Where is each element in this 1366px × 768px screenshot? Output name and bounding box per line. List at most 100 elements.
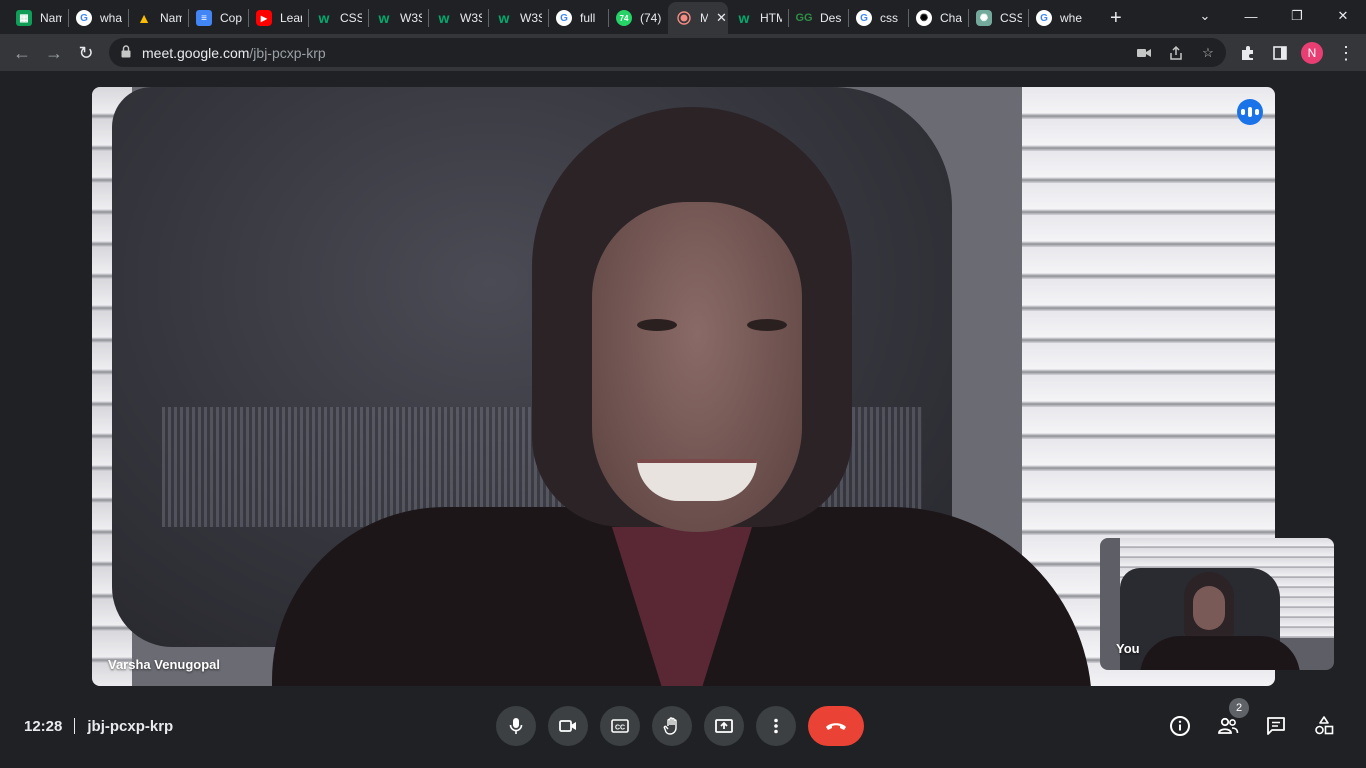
tab-title: wha (100, 11, 122, 25)
info-icon (1170, 716, 1190, 736)
yt-favicon-icon: ▶ (256, 10, 272, 26)
browser-tab[interactable]: w W3S (488, 2, 548, 34)
raise-hand-icon (663, 717, 677, 735)
browser-tab[interactable]: ▶ Lear (248, 2, 308, 34)
present-screen-button[interactable] (704, 706, 744, 746)
chat-button[interactable] (1262, 712, 1290, 740)
tab-title: Nam (40, 11, 62, 25)
rec-favicon-icon (676, 10, 692, 26)
participant-eye-left (637, 319, 677, 331)
browser-toolbar: ← → ↻ meet.google.com/jbj-pcxp-krp ☆ N ⋮ (0, 34, 1366, 71)
url-text[interactable]: meet.google.com/jbj-pcxp-krp (142, 45, 326, 61)
tab-title: HTM (760, 11, 782, 25)
video-camera-icon (559, 720, 576, 732)
microphone-button[interactable] (496, 706, 536, 746)
browser-tab[interactable]: ▦ Nam (8, 2, 68, 34)
minimize-button[interactable]: — (1228, 4, 1274, 28)
more-vert-icon (774, 718, 778, 734)
profile-avatar[interactable]: N (1301, 42, 1323, 64)
browser-tab[interactable]: ▲ Nam (128, 2, 188, 34)
meeting-code: jbj-pcxp-krp (87, 717, 174, 735)
leave-call-button[interactable] (808, 706, 864, 746)
tab-title: W3S (460, 11, 482, 25)
activities-button[interactable] (1310, 712, 1338, 740)
self-view-video[interactable]: You (1100, 538, 1334, 670)
tab-title: M (700, 11, 708, 25)
w3-favicon-icon: w (738, 10, 750, 26)
camera-in-use-icon[interactable] (1135, 44, 1153, 62)
address-bar[interactable]: meet.google.com/jbj-pcxp-krp ☆ (109, 38, 1226, 67)
meeting-details: 12:28 jbj-pcxp-krp (24, 716, 173, 736)
close-window-button[interactable]: ✕ (1320, 4, 1366, 28)
tab-title: CSS (1000, 11, 1022, 25)
reload-button[interactable]: ↻ (72, 39, 100, 67)
svg-text:CC: CC (615, 725, 625, 732)
present-screen-icon (715, 719, 733, 733)
more-options-button[interactable] (756, 706, 796, 746)
tab-title: Cha (940, 11, 962, 25)
people-icon (1218, 717, 1239, 734)
url-host: meet.google.com (142, 45, 250, 61)
meeting-details-button[interactable] (1166, 712, 1194, 740)
tab-title: css (880, 11, 898, 25)
main-participant-name: Varsha Venugopal (108, 657, 220, 672)
w3-favicon-icon: w (498, 10, 510, 26)
tab-title: Lear (280, 11, 302, 25)
activities-shapes-icon (1315, 716, 1334, 735)
tab-title: CSS (340, 11, 362, 25)
tab-title: W3S (520, 11, 542, 25)
browser-tab[interactable]: w HTM (728, 2, 788, 34)
browser-tab[interactable]: GG Des (788, 2, 848, 34)
browser-tab[interactable]: M ✕ (668, 2, 728, 34)
close-tab-icon[interactable]: ✕ (716, 10, 727, 26)
participant-head (532, 107, 852, 577)
drive-favicon-icon: ▲ (137, 10, 151, 26)
forward-button[interactable]: → (40, 39, 68, 67)
side-panel-icon[interactable] (1266, 39, 1294, 67)
gpt2-favicon-icon: ✺ (976, 10, 992, 26)
browser-tab[interactable]: Gwhe (1028, 2, 1088, 34)
lock-icon[interactable] (121, 45, 131, 58)
tab-search-chevron-icon[interactable]: ⌄ (1182, 4, 1228, 28)
self-face (1193, 586, 1225, 630)
details-divider (74, 718, 76, 734)
browser-tab[interactable]: ✺ CSS (968, 2, 1028, 34)
browser-tab[interactable]: ≡ Cop (188, 2, 248, 34)
participant-count-badge: 2 (1229, 698, 1249, 718)
tab-title: Cop (220, 11, 242, 25)
captions-button[interactable]: CC (600, 706, 640, 746)
browser-tab[interactable]: ✺ Cha (908, 2, 968, 34)
browser-tab[interactable]: Gwha (68, 2, 128, 34)
browser-tab[interactable]: w W3S (428, 2, 488, 34)
w3-favicon-icon: w (438, 10, 450, 26)
share-icon[interactable] (1167, 44, 1185, 62)
browser-tab[interactable]: Gfull (548, 2, 608, 34)
browser-menu-icon[interactable]: ⋮ (1332, 39, 1360, 67)
tab-title: Des (820, 11, 842, 25)
tab-title: (74) (640, 11, 662, 25)
browser-tab[interactable]: 74 (74) (608, 2, 668, 34)
docs-favicon-icon: ≡ (196, 10, 212, 26)
camera-button[interactable] (548, 706, 588, 746)
hang-up-icon (826, 723, 846, 730)
browser-tab[interactable]: w CSS (308, 2, 368, 34)
closed-captions-icon: CC (611, 719, 629, 733)
sheets-favicon-icon: ▦ (16, 10, 32, 26)
back-button[interactable]: ← (8, 39, 36, 67)
bookmark-star-icon[interactable]: ☆ (1199, 44, 1217, 62)
tab-title: full (580, 11, 596, 25)
meeting-time: 12:28 (24, 717, 63, 735)
browser-tab[interactable]: w W3S (368, 2, 428, 34)
participant-eye-right (747, 319, 787, 331)
w3-favicon-icon: w (318, 10, 330, 26)
google-favicon-icon: G (556, 10, 572, 26)
chat-icon (1267, 717, 1285, 735)
browser-tab[interactable]: Gcss (848, 2, 908, 34)
new-tab-button[interactable]: + (1102, 2, 1130, 34)
restore-button[interactable]: ❐ (1274, 4, 1320, 28)
main-participant-video[interactable]: Varsha Venugopal (92, 87, 1275, 686)
wa-favicon-icon: 74 (616, 10, 632, 26)
raise-hand-button[interactable] (652, 706, 692, 746)
self-view-label: You (1116, 641, 1140, 656)
extensions-puzzle-icon[interactable] (1234, 39, 1262, 67)
